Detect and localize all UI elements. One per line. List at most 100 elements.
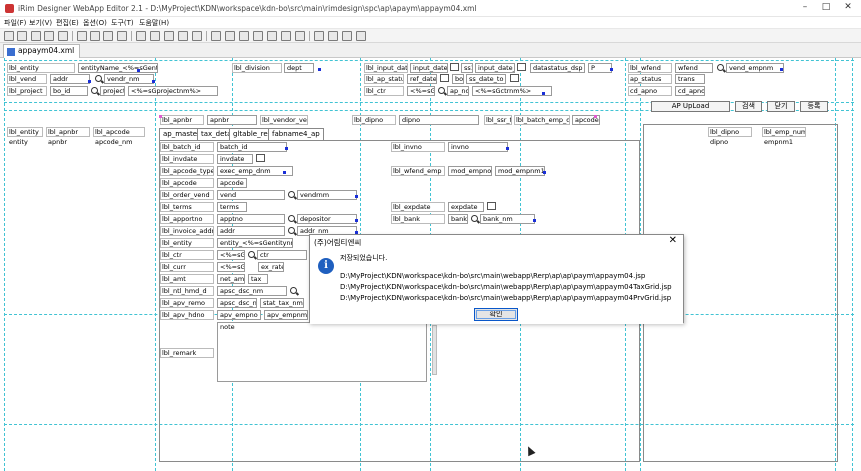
depositor-field[interactable]: depositor [297, 214, 357, 224]
form-label[interactable]: lbl_apcode_type [160, 166, 214, 176]
form-label[interactable]: lbl_curr [160, 262, 214, 272]
ap-no-field[interactable]: ap_no [447, 86, 469, 96]
bank-name-field[interactable]: bank_nm [480, 214, 535, 224]
vendor-label[interactable]: lbl_vendor_vendr [260, 115, 308, 125]
cut-icon[interactable] [77, 31, 87, 41]
form-label[interactable]: lbl_apcode [160, 178, 214, 188]
document-tab[interactable]: appaym04.xml [3, 44, 81, 58]
minimize-button[interactable]: – [795, 2, 815, 14]
dipno-label[interactable]: lbl_dipno [352, 115, 396, 125]
form-label[interactable]: lbl_apv_remo [160, 298, 214, 308]
header-project-label[interactable]: lbl_project [7, 86, 47, 96]
spacing-h-icon[interactable] [342, 31, 352, 41]
header-wfend-label[interactable]: lbl_wfend [628, 63, 672, 73]
division-select[interactable]: dept [284, 63, 314, 73]
note-textarea[interactable]: note [217, 322, 427, 382]
status-code-select[interactable]: P [588, 63, 612, 73]
ok-button[interactable]: 확인 [474, 308, 518, 321]
align-left-icon[interactable] [211, 31, 221, 41]
form-label[interactable]: lbl_terms [160, 202, 214, 212]
same-width-icon[interactable] [295, 31, 305, 41]
trans-field[interactable]: trans [675, 74, 705, 84]
input-date-ss1-field[interactable]: ss1 [461, 63, 473, 73]
close-button[interactable]: 닫기 [767, 101, 795, 112]
dipno-field[interactable]: dipno [399, 115, 479, 125]
form-label[interactable]: lbl_batch_id [160, 142, 214, 152]
apnbr-label[interactable]: lbl_apnbr [160, 115, 204, 125]
vendor-name-field[interactable]: vendr_nm [104, 74, 154, 84]
calendar-icon[interactable] [256, 154, 265, 162]
cd-apno-field[interactable]: cd_apno [675, 86, 705, 96]
grid-header-apcode[interactable]: lbl_apcode [93, 127, 145, 137]
web-preview-icon[interactable] [58, 31, 68, 41]
ap-upload-button[interactable]: AP UpLoad [651, 101, 730, 112]
form-label[interactable]: lbl_remark [160, 348, 214, 358]
menu-edit[interactable]: 편집(E) [56, 18, 79, 28]
form-field[interactable]: vend [217, 190, 285, 200]
ctr-extra-field[interactable]: ctr [257, 250, 307, 260]
form-icon[interactable] [178, 31, 188, 41]
form-label[interactable]: lbl_apv_hdno [160, 310, 214, 320]
form-label[interactable]: lbl_ctr [160, 250, 214, 260]
form-right-field[interactable]: mod_empno [448, 166, 492, 176]
align-top-icon[interactable] [253, 31, 263, 41]
search-icon[interactable] [288, 215, 295, 222]
exp-label-2[interactable]: lbl_batch_emp_dnm [514, 115, 570, 125]
align-bottom-icon[interactable] [281, 31, 291, 41]
form-label[interactable]: lbl_entity [160, 238, 214, 248]
form-field[interactable]: batch_id [217, 142, 287, 152]
form-label[interactable]: lbl_invdate [160, 154, 214, 164]
search-icon[interactable] [471, 215, 478, 222]
form-field[interactable]: terms [217, 202, 247, 212]
status-select[interactable]: datastatus_dsp [530, 63, 585, 73]
header-entity-field[interactable]: entityName_<%=sGentitynm%> [78, 63, 158, 73]
header-ctr-label[interactable]: lbl_ctr [364, 86, 404, 96]
same-size-icon[interactable] [328, 31, 338, 41]
form-right-label[interactable]: lbl_wfend_emp [391, 166, 445, 176]
form-field[interactable]: addr [217, 226, 285, 236]
cd-apno-label[interactable]: cd_apno [628, 86, 672, 96]
grid-cell-apcode[interactable]: apcode_nm [93, 138, 145, 146]
rate-field[interactable]: ex_rate [258, 262, 284, 272]
spacing-v-icon[interactable] [356, 31, 366, 41]
vend-empnm-field[interactable]: vend_empnm [726, 63, 784, 73]
grid-header-entity[interactable]: lbl_entity [7, 127, 43, 137]
form-field[interactable]: apsc_dsc_nm [217, 286, 287, 296]
search-icon[interactable] [288, 191, 295, 198]
ref-date-field[interactable]: ref_date_to [407, 74, 437, 84]
form-label[interactable]: lbl_order_vend [160, 190, 214, 200]
register-button[interactable]: 등록 [800, 101, 828, 112]
header-project-field[interactable]: bo_id [50, 86, 88, 96]
grid-icon[interactable] [150, 31, 160, 41]
stat-tax-field[interactable]: stat_tax_nm [260, 298, 304, 308]
calendar-icon[interactable] [510, 74, 519, 82]
grid-cell-entity[interactable]: entity [7, 138, 43, 146]
header-division-label[interactable]: lbl_division [232, 63, 282, 73]
ctr-field[interactable]: <%=sGctrnm%> [407, 86, 435, 96]
form-label[interactable]: lbl_invoice_addr [160, 226, 214, 236]
table-icon[interactable] [164, 31, 174, 41]
calendar-icon[interactable] [450, 63, 459, 71]
close-window-button[interactable]: ✕ [838, 2, 858, 14]
ap-status-col-label[interactable]: ap_status [628, 74, 672, 84]
menu-view[interactable]: 보기(V) [29, 18, 52, 28]
menu-file[interactable]: 파일(F) [4, 18, 26, 28]
search-icon[interactable] [438, 87, 445, 94]
search-icon[interactable] [91, 87, 98, 94]
maximize-button[interactable]: □ [816, 2, 836, 14]
header-entity-label[interactable]: lbl_entity [7, 63, 75, 73]
header-vend-label[interactable]: lbl_vend [7, 74, 47, 84]
copy-icon[interactable] [90, 31, 100, 41]
form-field[interactable]: <%=sG...> [217, 262, 245, 272]
open-file-icon[interactable] [17, 31, 27, 41]
header-vend-field[interactable]: addr [50, 74, 90, 84]
align-right-icon[interactable] [239, 31, 249, 41]
form-field[interactable]: apcode [217, 178, 247, 188]
form-field[interactable]: invdate [217, 154, 253, 164]
grid-cell-apnbr[interactable]: apnbr [46, 138, 90, 146]
dialog-close-button[interactable]: ✕ [669, 235, 677, 246]
apnbr-field[interactable]: apnbr [207, 115, 257, 125]
menu-options[interactable]: 옵션(O) [83, 18, 107, 28]
search-icon[interactable] [717, 64, 724, 71]
form-field[interactable]: apsc_dsc_nm [217, 298, 257, 308]
